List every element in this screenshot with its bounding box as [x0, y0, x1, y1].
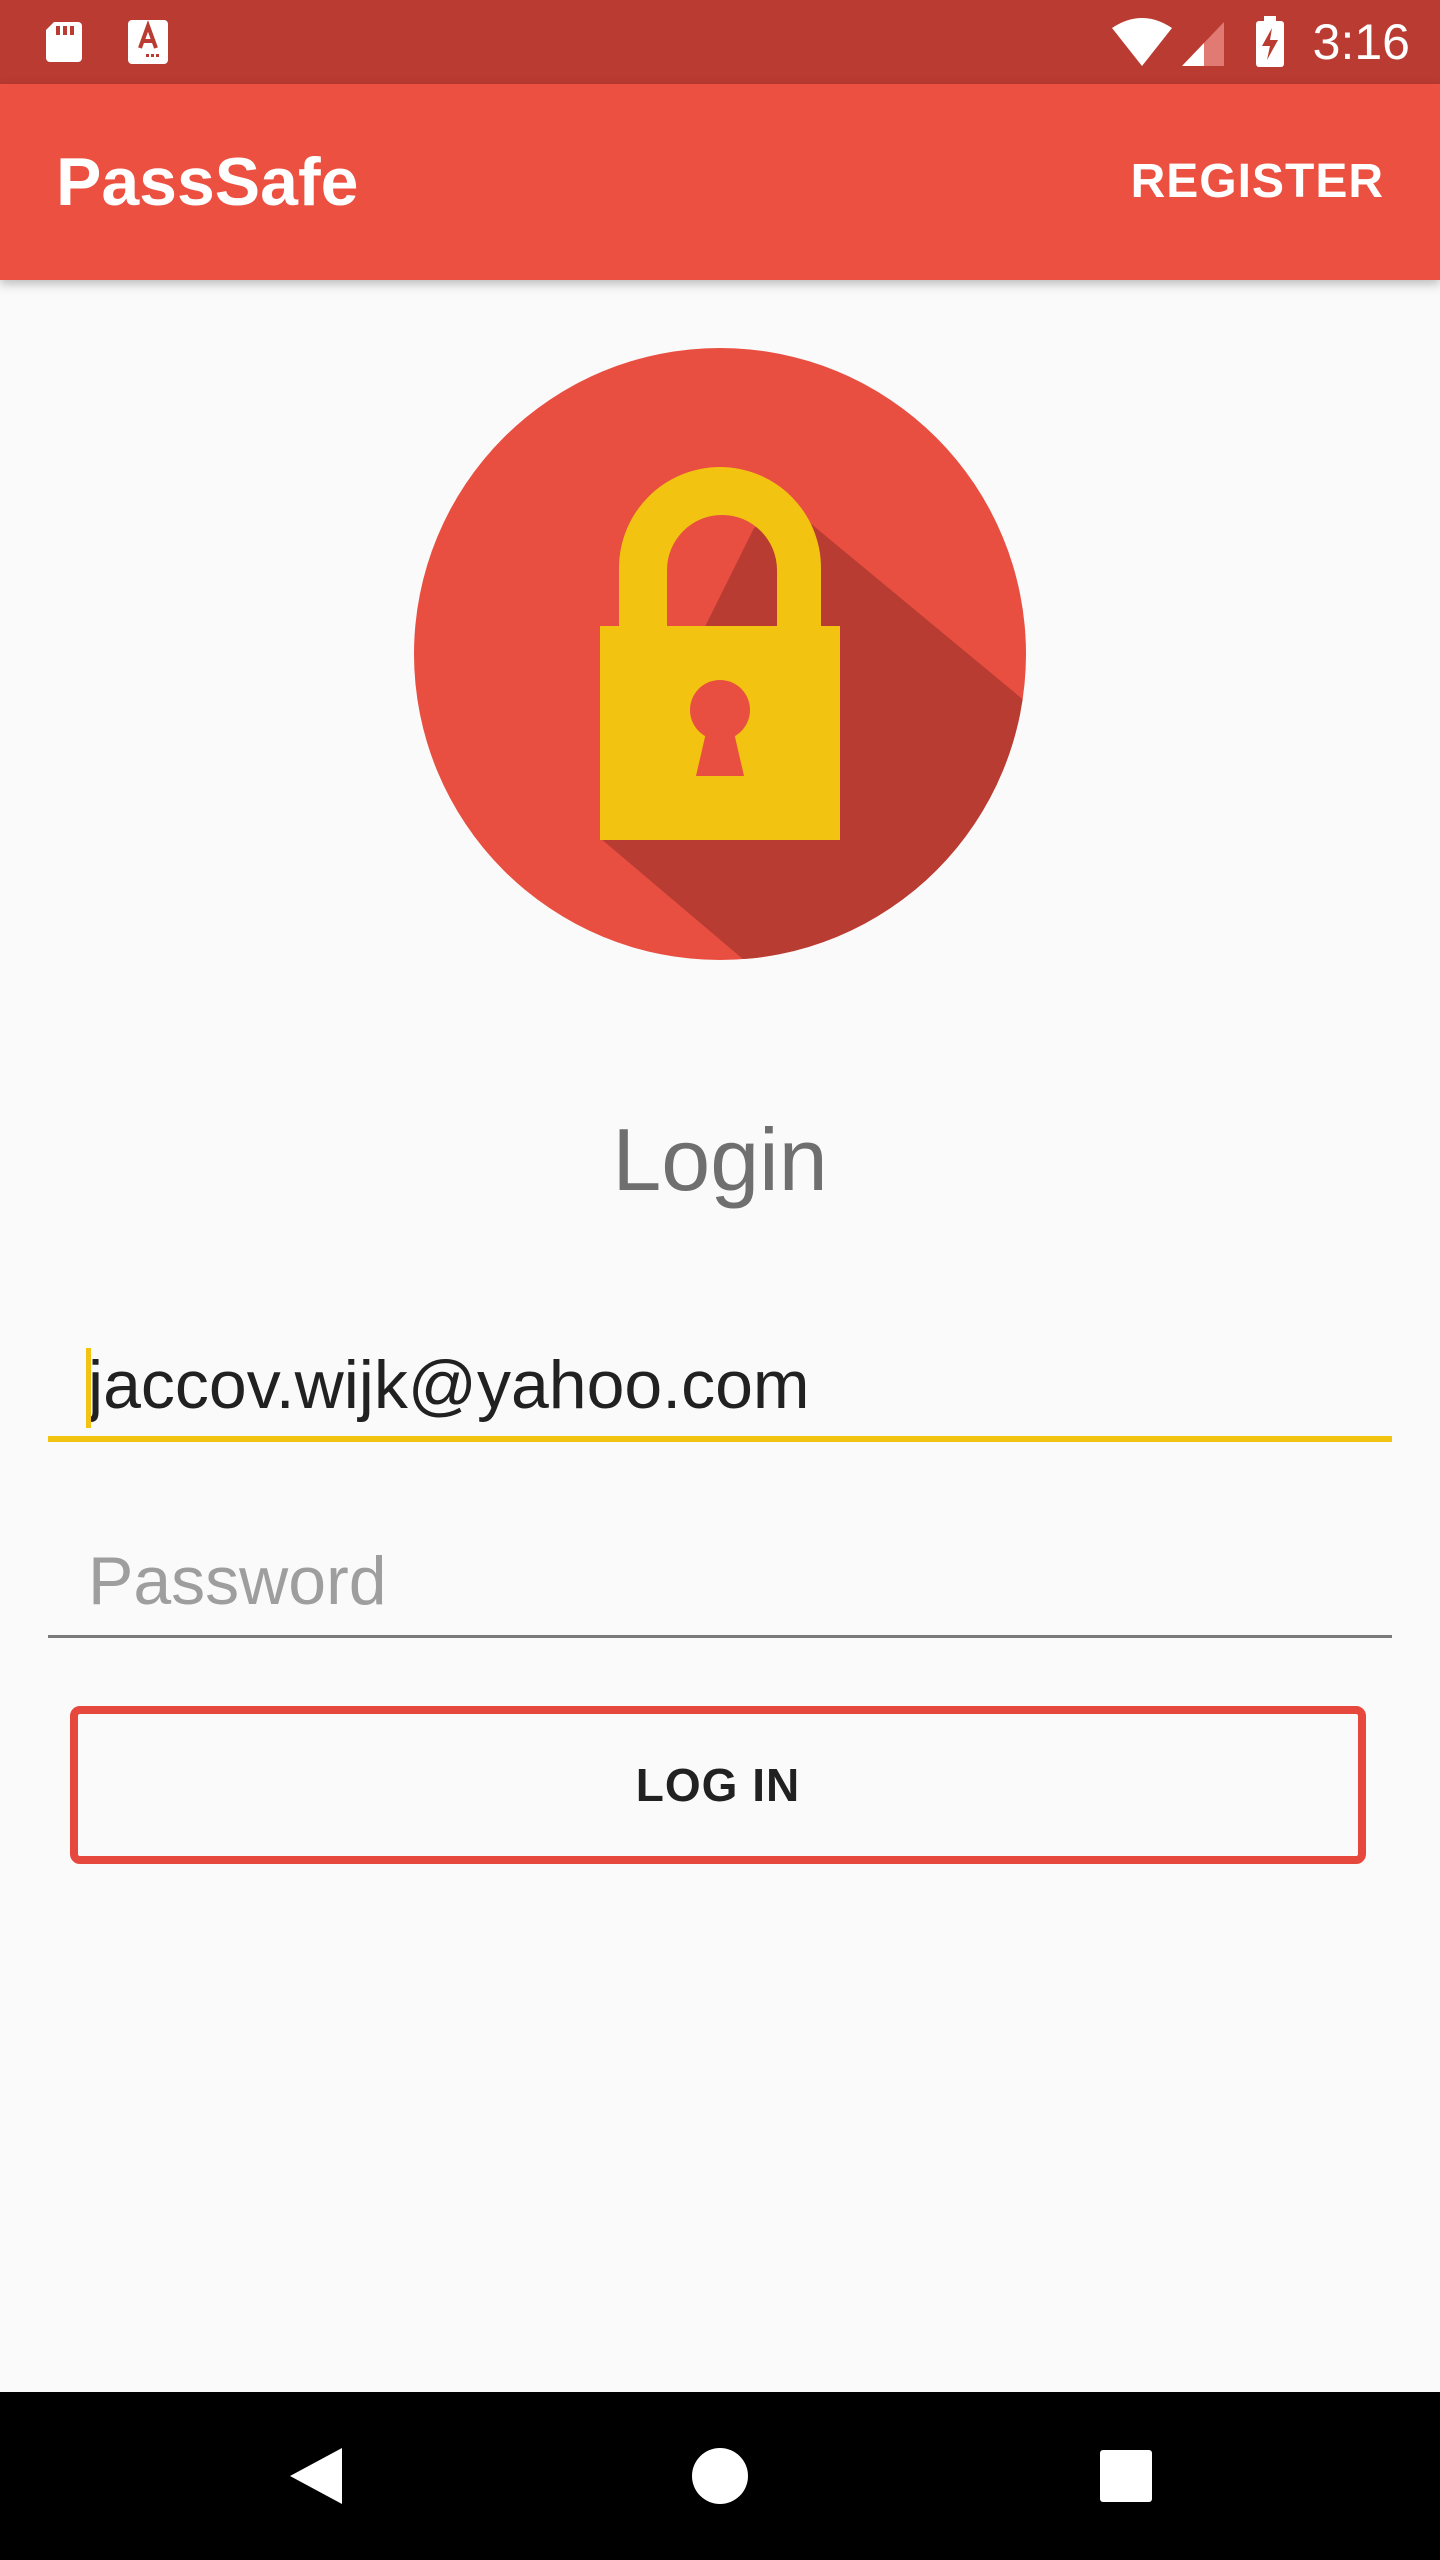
log-in-button[interactable]: LOG IN [70, 1706, 1366, 1864]
register-button[interactable]: REGISTER [1115, 142, 1400, 222]
home-icon[interactable] [670, 2426, 770, 2526]
battery-charging-icon [1256, 16, 1284, 67]
email-field[interactable]: jaccov.wijk@yahoo.com [48, 1312, 1392, 1442]
clock: 3:16 [1312, 14, 1410, 70]
login-heading: Login [612, 1110, 828, 1209]
app-bar: PassSafe REGISTER [0, 84, 1440, 280]
login-screen: 3:16 PassSafe REGISTER Login jaccov.wijk… [0, 0, 1440, 2560]
password-field-underline [48, 1635, 1392, 1638]
navigation-bar [0, 2392, 1440, 2560]
app-title: PassSafe [56, 144, 359, 220]
password-placeholder: Password [88, 1543, 387, 1619]
padlock-icon [414, 348, 1026, 960]
cell-signal-icon [1182, 22, 1224, 66]
sd-card-icon [46, 22, 82, 62]
recents-icon[interactable] [1076, 2426, 1176, 2526]
password-field[interactable]: Password [48, 1508, 1392, 1638]
status-bar: 3:16 [0, 0, 1440, 84]
accessibility-a-icon [128, 20, 168, 64]
back-icon[interactable] [266, 2426, 366, 2526]
wifi-icon [1112, 18, 1172, 66]
email-field-value: jaccov.wijk@yahoo.com [88, 1347, 810, 1423]
email-field-underline [48, 1436, 1392, 1442]
text-cursor [86, 1348, 91, 1428]
